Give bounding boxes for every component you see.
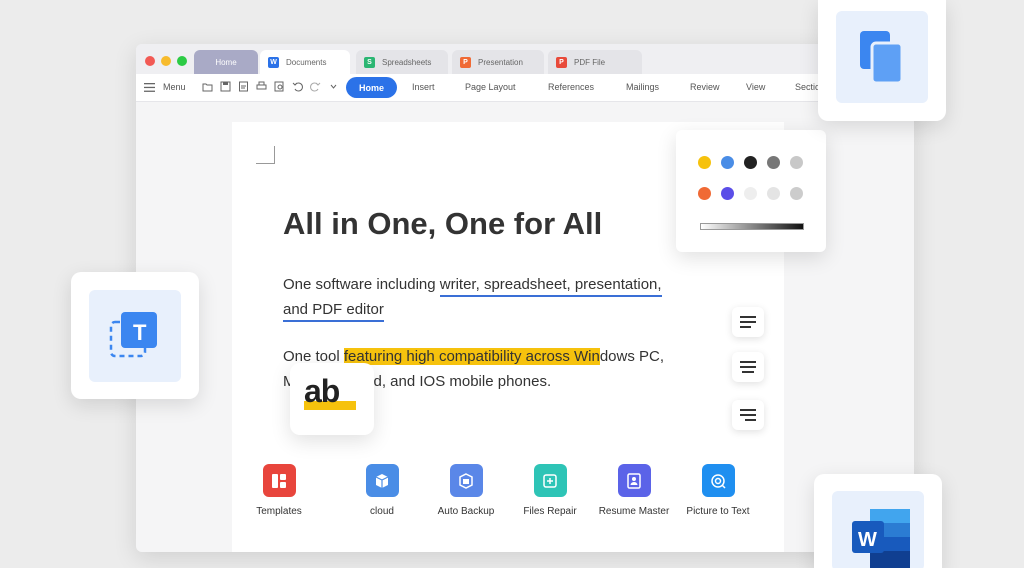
- export-pdf-icon[interactable]: [238, 81, 249, 92]
- color-swatch-silver[interactable]: [790, 187, 803, 200]
- app-picture-to-text[interactable]: Picture to Text: [668, 464, 768, 517]
- backup-icon: [449, 464, 483, 497]
- tab-label: Spreadsheets: [382, 57, 432, 67]
- tab-pdf-file[interactable]: P PDF File: [548, 50, 642, 74]
- copy-icon: [836, 11, 928, 103]
- tab-label: Home: [215, 57, 237, 67]
- ribbon-tab-review[interactable]: Review: [690, 82, 720, 92]
- highlight-icon: ab: [304, 373, 340, 409]
- app-templates[interactable]: Templates: [229, 464, 329, 517]
- chevron-down-icon[interactable]: [328, 81, 339, 92]
- hamburger-menu-icon[interactable]: [144, 83, 155, 92]
- align-right-icon: [740, 409, 756, 421]
- ribbon-tab-home[interactable]: Home: [346, 77, 397, 98]
- color-swatch-orange[interactable]: [698, 187, 711, 200]
- tab-documents[interactable]: W Documents: [260, 50, 350, 74]
- text-tool-badge: T: [71, 272, 199, 399]
- align-center-icon: [740, 361, 756, 373]
- align-text-button[interactable]: [732, 400, 764, 430]
- tab-label: Presentation: [478, 57, 523, 67]
- presentation-icon: P: [460, 56, 471, 68]
- align-left-icon: [740, 316, 756, 328]
- redo-icon[interactable]: [310, 81, 321, 92]
- color-swatch-white[interactable]: [744, 187, 757, 200]
- document-title: All in One, One for All: [283, 206, 603, 241]
- paragraph-text: d, and IOS mobile phones.: [373, 373, 552, 390]
- paragraph-1: One software including writer, spreadshe…: [283, 272, 662, 322]
- align-text-button[interactable]: [732, 352, 764, 382]
- text-tool-letter: T: [133, 320, 147, 345]
- ocr-icon: [701, 464, 735, 497]
- color-swatch-light-gray[interactable]: [790, 156, 803, 169]
- ribbon-tab-section[interactable]: Sectio: [795, 82, 820, 92]
- highlight-tool-badge: ab: [290, 363, 374, 435]
- color-swatch-off-white[interactable]: [767, 187, 780, 200]
- open-folder-icon[interactable]: [202, 81, 213, 92]
- color-swatch-black[interactable]: [744, 156, 757, 169]
- highlighted-text: featuring high compatibility across Win: [343, 348, 600, 365]
- color-swatch-yellow[interactable]: [698, 156, 711, 169]
- tab-home[interactable]: Home: [194, 50, 258, 74]
- print-preview-icon[interactable]: [274, 81, 285, 92]
- pdf-icon: P: [556, 56, 567, 68]
- ribbon-tab-insert[interactable]: Insert: [412, 82, 435, 92]
- app-label: Templates: [256, 506, 302, 517]
- tab-label: PDF File: [574, 57, 606, 67]
- color-swatch-blue[interactable]: [721, 156, 734, 169]
- underlined-text: writer, spreadsheet, presentation,: [439, 276, 662, 297]
- color-swatch-purple[interactable]: [721, 187, 734, 200]
- paragraph-text: dows PC,: [599, 348, 665, 365]
- copy-feature-badge: [818, 0, 946, 121]
- color-swatch-gray[interactable]: [767, 156, 780, 169]
- align-text-button[interactable]: [732, 307, 764, 337]
- repair-icon: [533, 464, 567, 497]
- app-label: Picture to Text: [686, 506, 750, 517]
- page-corner-marker: [256, 146, 275, 164]
- resume-icon: [617, 464, 651, 497]
- word-logo-icon: W: [832, 491, 924, 568]
- ribbon-tab-view[interactable]: View: [746, 82, 765, 92]
- underlined-text: and PDF editor: [283, 301, 384, 322]
- tab-label: Documents: [286, 57, 327, 67]
- app-window: Home W Documents S Spreadsheets P Presen…: [136, 44, 914, 552]
- undo-icon[interactable]: [292, 81, 303, 92]
- minimize-window-button[interactable]: [161, 56, 171, 66]
- print-icon[interactable]: [256, 81, 267, 92]
- ribbon-tab-references[interactable]: References: [548, 82, 594, 92]
- close-window-button[interactable]: [145, 56, 155, 66]
- save-icon[interactable]: [220, 81, 231, 92]
- spreadsheet-icon: S: [364, 56, 375, 68]
- tab-spreadsheets[interactable]: S Spreadsheets: [356, 50, 448, 74]
- writer-icon: W: [268, 56, 279, 68]
- maximize-window-button[interactable]: [177, 56, 187, 66]
- tab-presentation[interactable]: P Presentation: [452, 50, 544, 74]
- color-palette-panel: [676, 130, 826, 252]
- tab-bar: Home W Documents S Spreadsheets P Presen…: [136, 44, 914, 74]
- paragraph-text: One software including: [283, 276, 440, 293]
- templates-icon: [262, 464, 296, 497]
- cloud-box-icon: [365, 464, 399, 497]
- menu-button[interactable]: Menu: [163, 82, 186, 92]
- word-app-badge: W: [814, 474, 942, 568]
- text-box-icon: T: [89, 290, 181, 382]
- word-letter: W: [858, 529, 877, 551]
- toolbar: Menu Home Insert Page Layout References …: [136, 74, 914, 102]
- brightness-slider[interactable]: [700, 223, 804, 230]
- ribbon-tab-page-layout[interactable]: Page Layout: [465, 82, 516, 92]
- ribbon-tab-mailings[interactable]: Mailings: [626, 82, 659, 92]
